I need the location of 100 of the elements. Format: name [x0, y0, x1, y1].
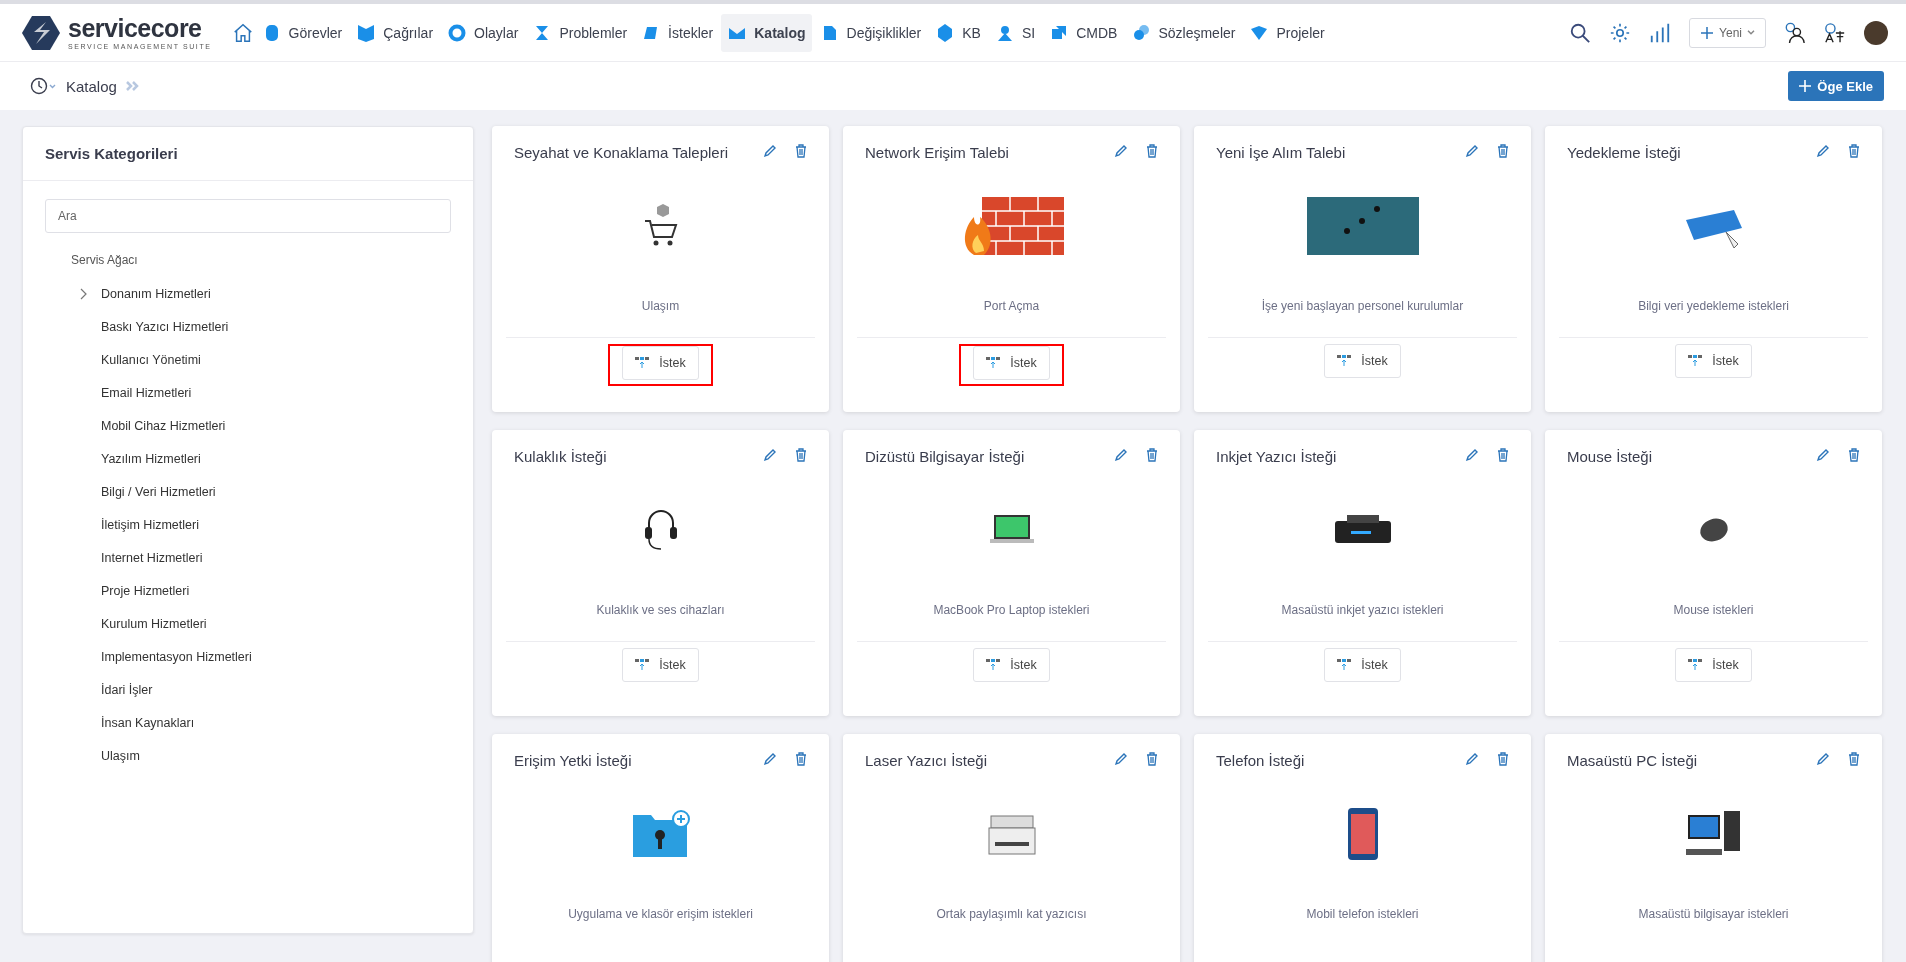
nav-tab[interactable]: Problemler — [526, 13, 634, 52]
card-description: Mouse istekleri — [1673, 603, 1754, 617]
nav-tab[interactable]: Sözleşmeler — [1125, 13, 1242, 52]
upload-icon — [1337, 659, 1352, 671]
panel-title: Servis Kategorileri — [45, 145, 178, 162]
upload-icon — [986, 357, 1001, 369]
tree-item[interactable]: Kullanıcı Yönetimi — [101, 352, 201, 367]
edit-button[interactable] — [1114, 144, 1128, 158]
nav-tab[interactable]: Projeler — [1243, 13, 1331, 52]
tree-item[interactable]: Internet Hizmetleri — [101, 550, 203, 565]
card-title: Erişim Yetki İsteği — [514, 752, 633, 769]
settings-button[interactable] — [1609, 21, 1632, 44]
tree-item[interactable]: Kurulum Hizmetleri — [101, 616, 207, 631]
user-clock-button[interactable] — [1784, 21, 1806, 44]
delete-button[interactable] — [795, 752, 807, 766]
delete-button[interactable] — [1848, 752, 1860, 766]
card-title: Network Erişim Talebi — [865, 144, 1010, 161]
card-description: Mobil telefon istekleri — [1306, 907, 1419, 921]
tree-item[interactable]: Implementasyon Hizmetleri — [101, 649, 252, 664]
edit-button[interactable] — [1465, 448, 1479, 462]
nav-tab[interactable]: SI — [988, 13, 1042, 52]
home-button[interactable] — [231, 21, 254, 44]
chevron-right-icon — [79, 287, 87, 300]
nav-tab[interactable]: Değişiklikler — [813, 13, 928, 52]
card-title: Mouse İsteği — [1567, 448, 1654, 465]
delete-button[interactable] — [1146, 144, 1158, 158]
tree-item[interactable]: Donanım Hizmetleri — [101, 286, 211, 301]
tree-item[interactable]: İnsan Kaynakları — [101, 715, 195, 730]
smartphone-icon — [1345, 806, 1380, 862]
nav-tab[interactable]: Görevler — [255, 13, 349, 52]
plus-icon — [1700, 25, 1715, 40]
edit-button[interactable] — [1465, 752, 1479, 766]
request-button[interactable]: İstek — [622, 648, 699, 682]
request-button[interactable]: İstek — [622, 346, 699, 380]
tree-item[interactable]: İletişim Hizmetleri — [101, 517, 199, 532]
tree-item[interactable]: Ulaşım — [101, 748, 140, 763]
edit-button[interactable] — [763, 144, 777, 158]
upload-icon — [1337, 355, 1352, 367]
delete-button[interactable] — [795, 144, 807, 158]
delete-button[interactable] — [1848, 144, 1860, 158]
card-description: MacBook Pro Laptop istekleri — [933, 603, 1090, 617]
card-description: İşe yeni başlayan personel kurulumlar — [1261, 299, 1464, 313]
edit-button[interactable] — [1816, 448, 1830, 462]
request-button[interactable]: İstek — [1675, 344, 1752, 378]
caret-icon — [1747, 30, 1755, 35]
nav-tab[interactable]: Çağrılar — [350, 13, 440, 52]
printer-icon — [986, 812, 1037, 856]
nav-tab[interactable]: Katalog — [721, 13, 812, 52]
card-title: Seyahat ve Konaklama Talepleri — [514, 144, 730, 161]
nav-tab[interactable]: KB — [929, 13, 987, 52]
add-item-button[interactable]: Öge Ekle — [1788, 71, 1884, 101]
delete-button[interactable] — [1848, 448, 1860, 462]
tree-item[interactable]: Mobil Cihaz Hizmetleri — [101, 418, 226, 433]
request-button[interactable]: İstek — [973, 346, 1050, 380]
bar-chart-button[interactable] — [1649, 21, 1672, 44]
card-description: Bilgi veri yedekleme istekleri — [1638, 299, 1789, 313]
logo-icon — [22, 13, 60, 52]
tree-item[interactable]: Proje Hizmetleri — [101, 583, 190, 598]
delete-button[interactable] — [1146, 752, 1158, 766]
delete-button[interactable] — [1146, 448, 1158, 462]
card-description: Kulaklık ve ses cihazları — [596, 603, 725, 617]
new-button[interactable]: Yeni — [1689, 17, 1766, 48]
card-title: Yedekleme İsteği — [1567, 144, 1682, 161]
nav-tab[interactable]: İstekler — [635, 13, 720, 52]
tree-item[interactable]: Baskı Yazıcı Hizmetleri — [101, 319, 229, 334]
tree-item[interactable]: İdari İşler — [101, 682, 153, 697]
edit-button[interactable] — [1465, 144, 1479, 158]
card-description: Uygulama ve klasör erişim istekleri — [568, 907, 753, 921]
tree-item[interactable]: Yazılım Hizmetleri — [101, 451, 201, 466]
nav-tab[interactable]: Olaylar — [441, 13, 525, 52]
delete-button[interactable] — [1497, 448, 1509, 462]
search-button[interactable] — [1569, 21, 1592, 44]
edit-button[interactable] — [1816, 752, 1830, 766]
card-title: Kulaklık İsteği — [514, 448, 608, 465]
user-avatar[interactable] — [1864, 20, 1888, 45]
delete-button[interactable] — [1497, 752, 1509, 766]
request-button[interactable]: İstek — [1324, 344, 1401, 378]
upload-icon — [1688, 355, 1703, 367]
edit-button[interactable] — [763, 752, 777, 766]
nav-tab[interactable]: CMDB — [1043, 13, 1124, 52]
tree-item[interactable]: Bilgi / Veri Hizmetleri — [101, 484, 216, 499]
edit-button[interactable] — [1816, 144, 1830, 158]
app-icon — [356, 22, 377, 43]
card-title: Telefon İsteği — [1216, 752, 1306, 769]
brand-name: servicecore — [68, 15, 203, 41]
edit-button[interactable] — [1114, 448, 1128, 462]
delete-button[interactable] — [1497, 144, 1509, 158]
request-button[interactable]: İstek — [1675, 648, 1752, 682]
upload-icon — [986, 659, 1001, 671]
card-description: Ortak paylaşımlı kat yazıcısı — [936, 907, 1087, 921]
request-button[interactable]: İstek — [973, 648, 1050, 682]
breadcrumb-text: Katalog — [66, 77, 117, 95]
edit-button[interactable] — [1114, 752, 1128, 766]
search-field[interactable]: Ara — [45, 199, 451, 233]
delete-button[interactable] — [795, 448, 807, 462]
language-button[interactable] — [1824, 21, 1846, 44]
tree-title: Servis Ağacı — [70, 252, 139, 269]
edit-button[interactable] — [763, 448, 777, 462]
request-button[interactable]: İstek — [1324, 648, 1401, 682]
tree-item[interactable]: Email Hizmetleri — [101, 385, 192, 400]
